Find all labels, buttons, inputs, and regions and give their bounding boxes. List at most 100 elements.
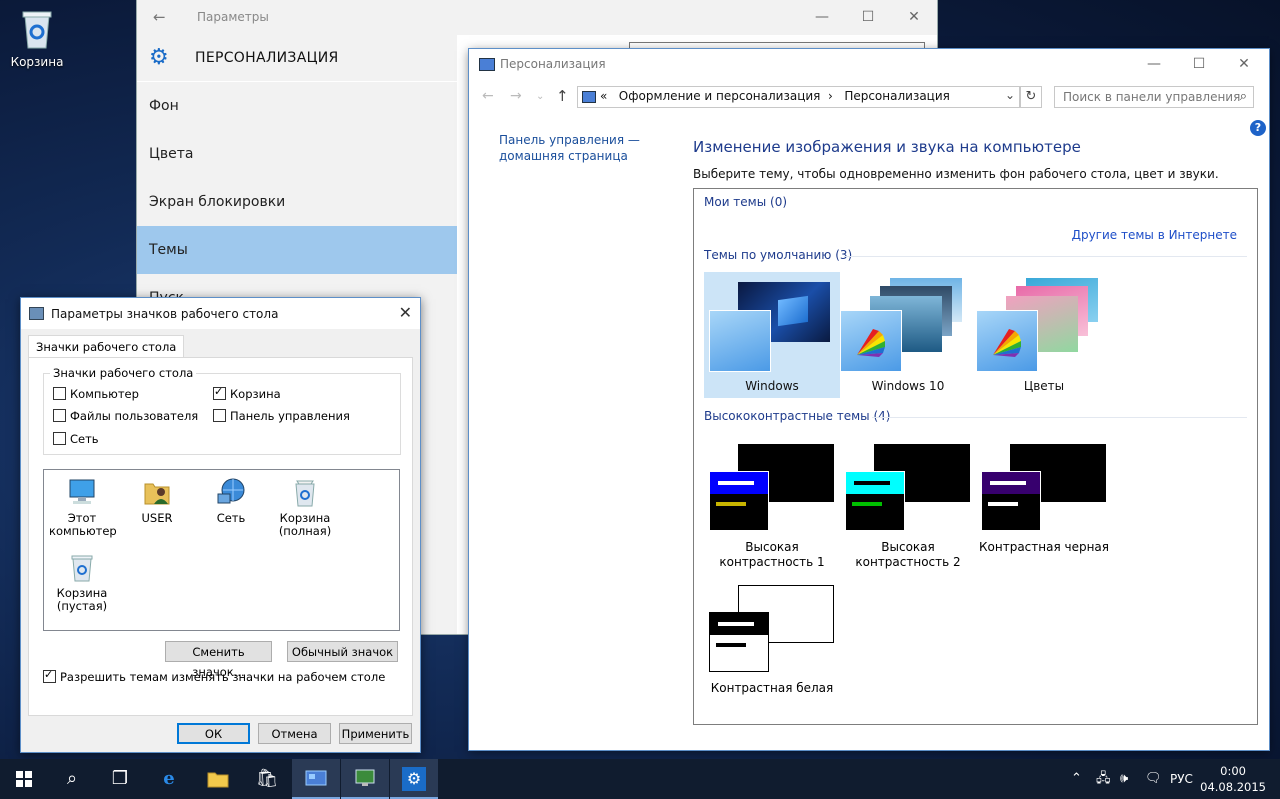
theme-label: Контрастная белая — [710, 681, 834, 695]
change-icon-button[interactable]: Сменить значок... — [165, 641, 272, 679]
nav-item-lock-screen[interactable]: Экран блокировки — [137, 178, 457, 226]
refresh-icon[interactable]: ↻ — [1020, 86, 1042, 108]
close-icon[interactable]: ✕ — [891, 0, 937, 35]
recycle-bin-label: Корзина — [10, 55, 64, 69]
checkbox-box[interactable] — [43, 668, 56, 683]
list-item[interactable]: Этот компьютер — [49, 476, 117, 538]
language-indicator[interactable]: РУС — [1170, 759, 1193, 799]
network-icon — [215, 476, 247, 508]
theme-label: Высокая контрастность 1 — [719, 540, 825, 569]
checkbox-box[interactable] — [213, 409, 226, 422]
desktop-icon-settings-dialog: Параметры значков рабочего стола ✕ Значк… — [20, 297, 421, 753]
default-icon-button[interactable]: Обычный значок — [287, 641, 398, 662]
show-hidden-icons-chevron-icon[interactable]: ⌃ — [1071, 759, 1082, 799]
nav-item-background[interactable]: Фон — [137, 82, 457, 130]
network-tray-icon[interactable]: 🖧 — [1096, 759, 1111, 799]
back-arrow-icon[interactable]: ← — [153, 8, 166, 26]
minimize-icon[interactable]: — — [799, 0, 845, 35]
chevron-down-icon[interactable]: ⌄ — [1005, 88, 1015, 102]
up-arrow-icon[interactable]: ↑ — [556, 87, 569, 105]
settings-taskbar-button[interactable]: ⚙ — [390, 759, 438, 799]
close-icon[interactable]: ✕ — [399, 303, 412, 322]
control-panel-taskbar-button[interactable] — [292, 759, 340, 799]
checkbox-box[interactable] — [53, 409, 66, 422]
theme-flowers[interactable]: Цветы — [976, 272, 1112, 398]
desktop-recycle-bin[interactable]: Корзина — [8, 6, 66, 69]
file-explorer-button[interactable] — [194, 759, 242, 799]
theme-windows[interactable]: Windows — [704, 272, 840, 398]
page-title: Изменение изображения и звука на компьют… — [693, 138, 1081, 156]
breadcrumb-overflow[interactable]: « — [600, 89, 607, 103]
list-item[interactable]: Сеть — [198, 476, 264, 525]
theme-high-contrast-white[interactable]: Контрастная белая — [704, 585, 840, 725]
start-button[interactable] — [0, 759, 48, 799]
forward-arrow-icon[interactable]: → — [510, 88, 522, 104]
theme-windows-10[interactable]: Windows 10 — [840, 272, 976, 398]
gear-icon: ⚙ — [402, 767, 426, 791]
ok-button[interactable]: ОК — [177, 723, 250, 744]
theme-high-contrast-1[interactable]: Высокая контрастность 1 — [704, 444, 840, 584]
address-bar[interactable]: « Оформление и персонализация › Персонал… — [577, 86, 1020, 108]
recent-chevron-icon[interactable]: ⌄ — [536, 91, 544, 102]
cancel-button[interactable]: Отмена — [258, 723, 331, 744]
checkbox-computer[interactable]: Компьютер — [53, 387, 139, 401]
control-panel-icon — [305, 770, 327, 786]
edge-button[interactable]: e — [145, 759, 193, 799]
settings-header-title: ПЕРСОНАЛИЗАЦИЯ — [195, 50, 339, 66]
page-subtitle: Выберите тему, чтобы одновременно измени… — [693, 167, 1219, 181]
control-panel-icon — [479, 58, 495, 71]
more-themes-link[interactable]: Другие темы в Интернете — [1072, 228, 1237, 242]
checkbox-user-files[interactable]: Файлы пользователя — [53, 409, 198, 423]
tab-desktop-icons[interactable]: Значки рабочего стола — [28, 335, 185, 358]
computer-icon — [66, 476, 98, 508]
themes-list[interactable]: Мои темы (0) Другие темы в Интернете Тем… — [693, 188, 1258, 725]
checkbox-box[interactable] — [213, 385, 226, 400]
settings-header: ⚙ ПЕРСОНАЛИЗАЦИЯ — [137, 35, 457, 81]
breadcrumb-item-appearance[interactable]: Оформление и персонализация — [619, 89, 821, 103]
gear-icon: ⚙ — [149, 45, 169, 70]
list-item[interactable]: Корзина (пустая) — [49, 551, 115, 613]
theme-label: Windows 10 — [871, 379, 945, 393]
list-item-label: (пустая) — [56, 599, 108, 613]
clock-date: 04.08.2015 — [1200, 780, 1266, 794]
theme-high-contrast-black[interactable]: Контрастная черная — [976, 444, 1112, 584]
nav-item-colors[interactable]: Цвета — [137, 130, 457, 178]
cp-search-input[interactable]: Поиск в панели управления ⌕ — [1054, 86, 1254, 108]
apply-button[interactable]: Применить — [339, 723, 412, 744]
search-button[interactable]: ⌕ — [48, 759, 96, 799]
cp-titlebar: Персонализация — ☐ ✕ — [469, 49, 1269, 79]
checkbox-network[interactable]: Сеть — [53, 432, 99, 446]
desktop-icons-list[interactable]: Этот компьютер USER Сеть Корзина (полная) — [43, 469, 400, 631]
settings-titlebar: ← Параметры — ☐ ✕ — [137, 0, 937, 35]
minimize-icon[interactable]: — — [1131, 49, 1177, 79]
checkbox-control-panel[interactable]: Панель управления — [213, 409, 350, 423]
store-icon: 🛍 — [255, 768, 279, 789]
checkbox-box[interactable] — [53, 432, 66, 445]
breadcrumb-item-personalization[interactable]: Персонализация — [844, 89, 950, 103]
volume-icon[interactable]: 🕪 — [1120, 759, 1128, 799]
hc-preview-front — [709, 471, 769, 531]
group-label: Значки рабочего стола — [50, 366, 197, 380]
list-item[interactable]: Корзина (полная) — [272, 476, 338, 538]
icon-settings-taskbar-button[interactable] — [341, 759, 389, 799]
theme-high-contrast-2[interactable]: Высокая контрастность 2 — [840, 444, 976, 584]
checkbox-recycle-bin[interactable]: Корзина — [213, 385, 281, 401]
breadcrumb: « Оформление и персонализация › Персонал… — [600, 89, 950, 103]
search-icon[interactable]: ⌕ — [1240, 89, 1247, 104]
nav-item-themes[interactable]: Темы — [137, 226, 457, 274]
close-icon[interactable]: ✕ — [1221, 49, 1267, 79]
maximize-icon[interactable]: ☐ — [845, 0, 891, 35]
back-arrow-icon[interactable]: ← — [482, 88, 494, 104]
store-button[interactable]: 🛍 — [243, 759, 291, 799]
cp-home-link[interactable]: Панель управления — домашняя страница — [499, 132, 649, 164]
checkbox-box[interactable] — [53, 387, 66, 400]
list-item-label: USER — [141, 511, 173, 525]
task-view-button[interactable]: ❐ — [96, 759, 144, 799]
checkbox-allow-themes[interactable]: Разрешить темам изменять значки на рабоч… — [43, 668, 385, 684]
help-icon[interactable]: ? — [1250, 120, 1266, 136]
notifications-icon[interactable]: 🗨 — [1145, 759, 1162, 799]
list-item[interactable]: USER — [124, 476, 190, 525]
clock[interactable]: 0:00 04.08.2015 — [1200, 763, 1266, 795]
theme-label: Цветы — [1023, 379, 1065, 393]
maximize-icon[interactable]: ☐ — [1176, 49, 1222, 79]
